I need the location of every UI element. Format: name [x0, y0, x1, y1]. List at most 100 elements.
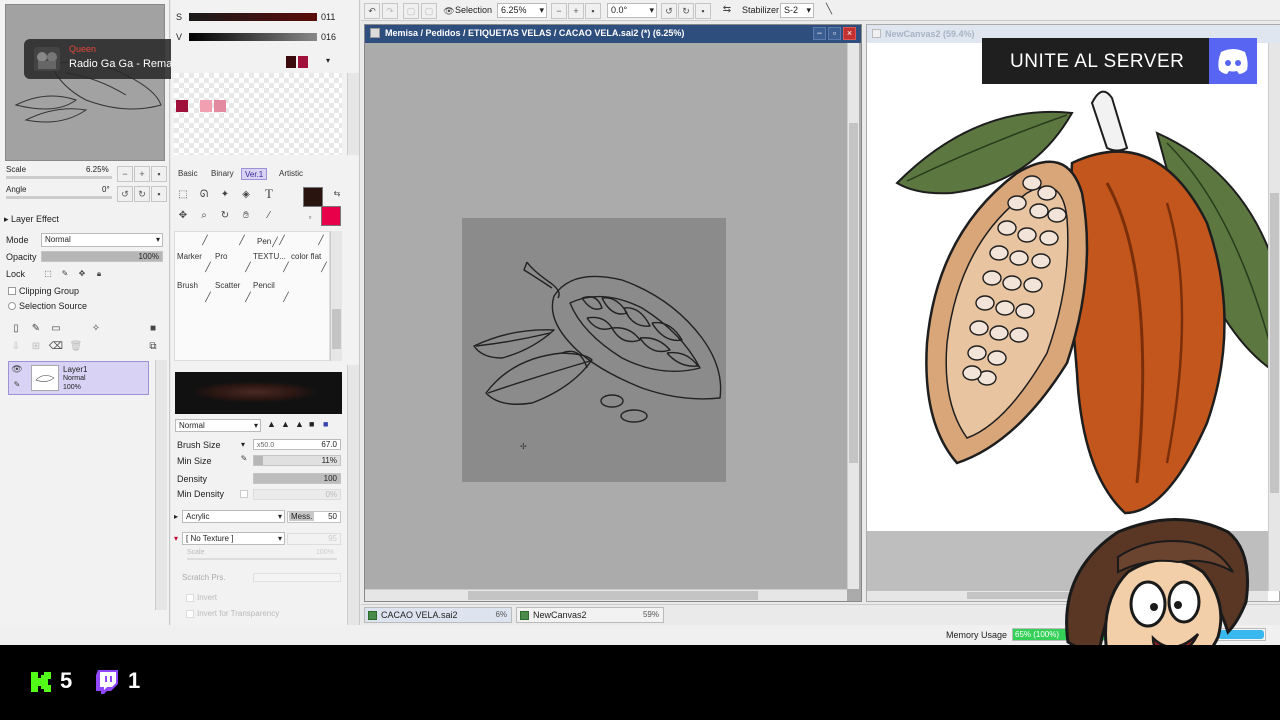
rotate-icon[interactable]: ↻	[217, 208, 233, 224]
scratchpad[interactable]	[174, 73, 342, 155]
zoom-field[interactable]: 6.25% ▾	[497, 3, 547, 18]
brush-pen-icon[interactable]: ╱	[237, 235, 247, 245]
brush-scatter-label[interactable]: Scatter	[215, 281, 240, 290]
lock-move-icon[interactable]: ✥	[74, 266, 90, 282]
trash-icon[interactable]: 🗑︎	[68, 339, 84, 355]
bucket-icon[interactable]: ◈	[238, 187, 254, 203]
brush-size-field[interactable]: x50.0 67.0	[253, 439, 341, 450]
new-folder-icon[interactable]: ▭	[48, 321, 64, 337]
zoom-fit-button[interactable]: ▪	[585, 3, 601, 19]
zoom-icon[interactable]: ⌕	[196, 208, 212, 224]
brush-pen-icon[interactable]: ╱	[277, 235, 287, 245]
scratch-pressure-slider[interactable]	[253, 573, 341, 582]
scale-slider[interactable]	[6, 176, 112, 179]
shape-flat-icon[interactable]: ■	[323, 419, 328, 429]
maximize-button[interactable]: ▫	[828, 27, 841, 40]
invert-selection-icon[interactable]: ▢	[421, 3, 437, 19]
minimize-button[interactable]: −	[813, 27, 826, 40]
navigator-preview[interactable]	[5, 4, 165, 161]
texture-scale-slider[interactable]	[187, 558, 337, 560]
opacity-slider[interactable]: 100%	[41, 251, 163, 262]
lock-paint-icon[interactable]: ✎	[57, 266, 73, 282]
zoom-in-button[interactable]: +	[134, 166, 150, 182]
rect-select-icon[interactable]: ⬚	[175, 187, 191, 203]
tab-ver-1[interactable]: Ver.1	[241, 168, 268, 180]
brush-pen-icon[interactable]: ╱	[243, 262, 253, 272]
layer-effect-toggle[interactable]: ▸ Layer Effect	[4, 214, 59, 225]
canvas-vertical-scrollbar[interactable]	[847, 43, 859, 589]
brush-pen-icon[interactable]: ╱	[200, 235, 210, 245]
eye-icon[interactable]: 👁︎	[11, 363, 23, 375]
hand-icon[interactable]: ✋︎	[238, 208, 254, 224]
shape-square-icon[interactable]: ■	[309, 419, 314, 429]
redo-icon[interactable]: ↷	[382, 3, 398, 19]
swatch[interactable]	[298, 56, 308, 68]
angle-field[interactable]: 0.0° ▾	[607, 3, 657, 18]
angle-slider[interactable]	[6, 196, 112, 199]
document-tab[interactable]: NewCanvas2 59%	[516, 607, 664, 623]
brush-pencil-label[interactable]: Pencil	[253, 281, 275, 290]
swatch[interactable]	[214, 100, 226, 112]
invert-transparency-checkbox[interactable]	[186, 610, 194, 618]
flip-horizontal-icon[interactable]: ⇆	[719, 2, 735, 18]
primary-color-swatch[interactable]	[303, 187, 323, 207]
swatch[interactable]	[286, 56, 296, 68]
layer-settings-icon[interactable]: ✧	[88, 321, 104, 337]
selection-source-checkbox[interactable]	[8, 302, 16, 310]
zoom-reset-button[interactable]: ▪	[151, 166, 167, 182]
brush-pen-icon[interactable]: ╱	[203, 262, 213, 272]
rotate-cw-button[interactable]: ↻	[134, 186, 150, 202]
brush-brush-label[interactable]: Brush	[177, 281, 198, 290]
stabilizer-select[interactable]: S-2 ▾	[780, 3, 814, 18]
rotate-cw-button[interactable]: ↻	[678, 3, 694, 19]
swatch-more-icon[interactable]: ▾	[326, 56, 330, 65]
brush-pen-icon[interactable]: ╱	[281, 262, 291, 272]
brush-texture-select[interactable]: [ No Texture ] ▾	[182, 532, 285, 545]
swatch[interactable]	[176, 100, 188, 112]
close-button[interactable]: ×	[843, 27, 856, 40]
brush-color-flat-label[interactable]: color flat	[291, 252, 321, 261]
move-icon[interactable]: ✥	[175, 208, 191, 224]
document-tab[interactable]: CACAO VELA.sai2 6%	[364, 607, 512, 623]
mess-slider[interactable]: Mess. 50	[287, 511, 341, 523]
deselect-icon[interactable]: ▢	[403, 3, 419, 19]
shape-hard-icon[interactable]: ▲	[295, 419, 304, 429]
swatch-bar[interactable]: ▾	[286, 56, 336, 68]
layer-list-item[interactable]: 👁︎ ✎ Layer1 Normal 100%	[8, 361, 149, 395]
delete-layer-icon[interactable]: ■	[145, 321, 161, 337]
paper-texture-select[interactable]: Acrylic ▾	[182, 510, 285, 523]
scrollbar-thumb[interactable]	[849, 123, 858, 463]
min-density-slider[interactable]: 0%	[253, 489, 341, 500]
reference-vertical-scrollbar[interactable]	[1268, 43, 1280, 591]
lasso-icon[interactable]: ᘏ	[196, 187, 212, 203]
layer-list-scrollbar[interactable]	[155, 360, 167, 610]
clear-layer-icon[interactable]: ⌫	[48, 339, 64, 355]
scrollbar-thumb[interactable]	[468, 591, 758, 600]
rotate-reset-button[interactable]: ▪	[151, 186, 167, 202]
saturation-slider[interactable]	[189, 13, 317, 21]
lock-transparency-icon[interactable]: ⬚	[40, 266, 56, 282]
brush-textu--label[interactable]: TEXTU...	[253, 252, 286, 261]
brush-pen-icon[interactable]: ╱	[319, 262, 329, 272]
undo-icon[interactable]: ↶	[364, 3, 380, 19]
expand-arrow-icon[interactable]: ▸	[174, 512, 178, 521]
transfer-down-icon[interactable]: ⇩	[8, 339, 24, 355]
swatch[interactable]	[200, 100, 212, 112]
brush-pro-label[interactable]: Pro	[215, 252, 227, 261]
dropdown-arrow-icon[interactable]: ▾	[241, 440, 245, 449]
copy-layer-icon[interactable]: ⧉	[145, 339, 161, 355]
texture-strength-slider[interactable]: 95	[287, 533, 341, 545]
brush-grid-scrollbar[interactable]	[330, 231, 342, 361]
zoom-in-button[interactable]: +	[568, 3, 584, 19]
blend-mode-select[interactable]: Normal ▾	[175, 419, 261, 432]
shape-soft-icon[interactable]: ▲	[267, 419, 276, 429]
scrollbar-thumb[interactable]	[332, 309, 341, 349]
lock-all-icon[interactable]: 🔒︎	[91, 266, 107, 282]
shape-medium-icon[interactable]: ▲	[281, 419, 290, 429]
magic-wand-icon[interactable]: ✦	[217, 187, 233, 203]
zoom-out-button[interactable]: −	[551, 3, 567, 19]
tools-panel-scrollbar[interactable]	[347, 365, 359, 625]
clipping-group-checkbox[interactable]	[8, 287, 16, 295]
min-density-pressure-checkbox[interactable]	[240, 490, 248, 498]
brush-pen-icon[interactable]: ╱	[243, 292, 253, 302]
